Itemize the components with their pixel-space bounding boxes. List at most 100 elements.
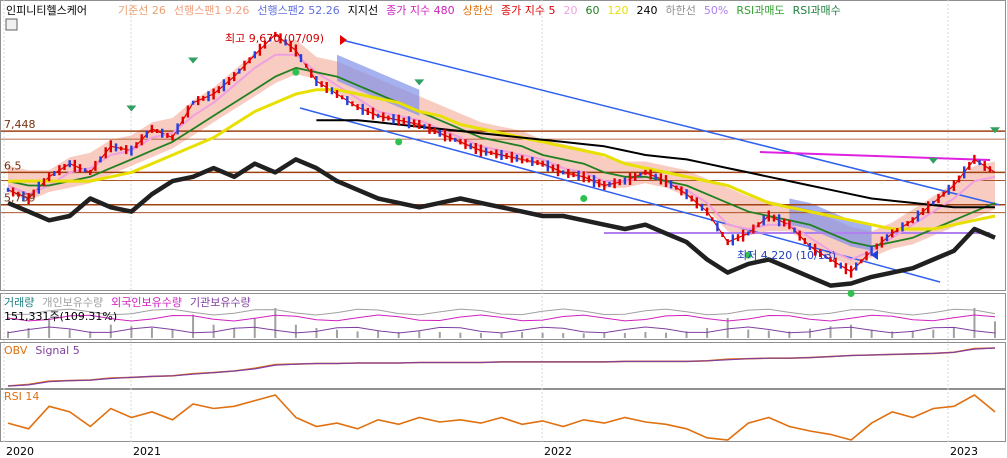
candle xyxy=(58,165,61,176)
candle xyxy=(382,112,385,122)
candle xyxy=(747,231,750,236)
candle xyxy=(387,115,390,121)
legend-item: 선행스팬2 52.26 xyxy=(257,4,339,17)
candle xyxy=(654,173,657,180)
candle xyxy=(885,234,889,242)
volume-bar xyxy=(973,308,976,338)
candle xyxy=(474,143,477,154)
obv-panel[interactable] xyxy=(0,342,1006,389)
volume-bar xyxy=(418,331,421,338)
volume-bar xyxy=(582,333,585,338)
volume-bar xyxy=(192,314,195,338)
legend-item: 하한선 xyxy=(666,3,696,17)
candle xyxy=(947,184,950,195)
candle xyxy=(849,265,853,278)
candle xyxy=(659,173,663,185)
candle xyxy=(520,155,524,164)
annotation-low: 최저 4,220 (10/13) xyxy=(737,249,836,262)
candle xyxy=(78,164,82,173)
chart-options-icon[interactable] xyxy=(5,18,18,31)
candle xyxy=(777,214,781,227)
volume-bar xyxy=(109,324,112,338)
candle xyxy=(598,179,601,188)
candle xyxy=(423,124,426,130)
candle xyxy=(495,149,498,159)
candle xyxy=(335,90,339,98)
annotation-high: 최고 9,670 (07/09) xyxy=(225,32,324,45)
candle xyxy=(171,134,174,141)
candle xyxy=(207,91,210,102)
candle xyxy=(772,214,776,222)
candle xyxy=(166,132,169,138)
volume-bar xyxy=(233,328,236,338)
candle xyxy=(433,128,436,134)
candle xyxy=(294,44,298,57)
candle xyxy=(757,222,760,228)
candle xyxy=(484,147,488,156)
candle xyxy=(47,172,51,182)
candle xyxy=(161,128,164,138)
price-chart[interactable]: 인피니티헬스케어 기준선 26 선행스팬1 9.26 선행스팬2 52.26 지지선 종… xyxy=(0,0,1007,458)
candle xyxy=(407,116,411,129)
x-tick-label: 2022 xyxy=(544,445,572,458)
volume-bar xyxy=(623,333,626,338)
candle xyxy=(418,120,421,129)
candle xyxy=(680,186,683,196)
candle xyxy=(99,156,102,163)
candle xyxy=(325,82,328,93)
legend-item: 상한선 xyxy=(463,4,493,17)
volume-bar xyxy=(356,331,359,338)
legend-item: 지지선 xyxy=(348,4,378,17)
volume-bar xyxy=(438,332,441,338)
volume-bar xyxy=(253,318,256,338)
candle xyxy=(916,210,920,222)
volume-bar xyxy=(562,333,565,338)
candle xyxy=(685,189,688,200)
candle xyxy=(690,195,693,202)
volume-bar xyxy=(521,332,524,338)
candle xyxy=(104,147,107,159)
price-level-label: 5,759 xyxy=(4,192,36,205)
candle xyxy=(428,123,431,134)
volume-bar xyxy=(994,321,996,338)
candle xyxy=(891,229,894,238)
volume-bar xyxy=(808,328,811,338)
rsi-panel[interactable] xyxy=(0,389,1006,442)
candle xyxy=(197,96,200,106)
candle xyxy=(983,160,986,171)
candle xyxy=(515,154,519,162)
candle xyxy=(526,158,529,163)
volume-bar xyxy=(500,333,503,338)
candle xyxy=(68,160,71,168)
candle xyxy=(932,200,935,205)
candle xyxy=(130,145,133,156)
volume-bar xyxy=(130,326,133,338)
candle xyxy=(788,220,791,230)
candle xyxy=(448,133,452,142)
candle xyxy=(351,101,354,107)
legend-item: RSI과매도 xyxy=(736,4,784,17)
volume-bar xyxy=(336,329,338,338)
candle xyxy=(716,222,719,232)
candle xyxy=(875,243,878,250)
candle xyxy=(94,160,97,171)
candle xyxy=(176,123,179,135)
volume-bar xyxy=(603,332,606,338)
legend-item: 60 xyxy=(586,4,600,17)
candle xyxy=(855,262,858,271)
candle xyxy=(896,228,899,233)
candle xyxy=(618,179,621,186)
candle xyxy=(89,169,92,175)
candle xyxy=(392,114,395,125)
candle xyxy=(767,210,770,222)
volume-bar xyxy=(952,328,955,338)
candle xyxy=(963,166,966,179)
candle xyxy=(361,103,364,115)
volume-bar xyxy=(274,308,277,338)
candle xyxy=(582,171,585,183)
candle xyxy=(145,130,148,138)
candle xyxy=(243,60,246,71)
candle xyxy=(510,151,513,163)
legend-item: 20 xyxy=(564,4,578,17)
volume-bar xyxy=(932,329,935,338)
